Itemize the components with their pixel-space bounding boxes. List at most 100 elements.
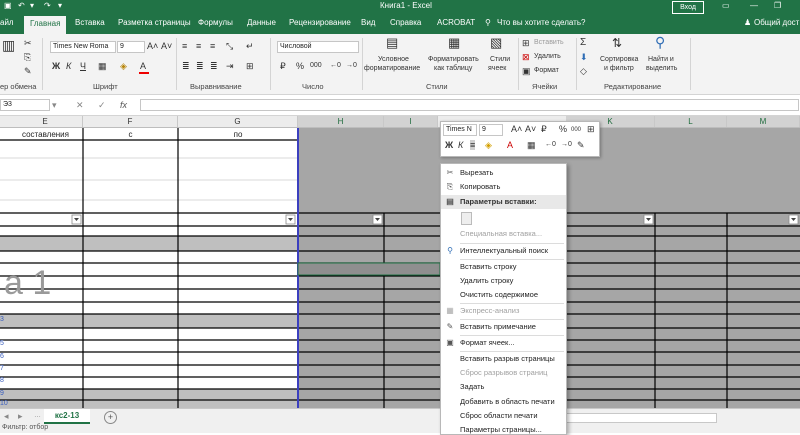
orientation-icon[interactable]: ⤡	[226, 41, 233, 51]
quick-access-dropdown-icon[interactable]: ▾	[58, 1, 62, 10]
mini-format-painter-icon[interactable]: ✎	[577, 140, 585, 150]
menu-item-copy[interactable]: ⎘ Копировать	[441, 180, 566, 194]
tab-data[interactable]: Данные	[247, 18, 276, 27]
undo-icon[interactable]: ↶	[18, 1, 25, 10]
find-select-label-2[interactable]: выделить	[646, 65, 677, 72]
menu-item-page-setup[interactable]: Параметры страницы...	[441, 423, 566, 434]
tab-review[interactable]: Рецензирование	[289, 18, 351, 27]
mini-decrease-decimal-icon[interactable]: →0	[561, 140, 572, 150]
menu-item-clear-contents[interactable]: Очистить содержимое	[441, 288, 566, 302]
mini-decrease-font-icon[interactable]: A˅	[525, 124, 536, 134]
menu-item-reset-page-breaks[interactable]: Сброс разрывов страниц	[441, 366, 566, 380]
ribbon-display-icon[interactable]: ▭	[722, 1, 730, 10]
scroll-sheets-left-icon[interactable]: ◂	[4, 411, 9, 422]
column-header-f[interactable]: F	[83, 116, 178, 127]
mini-merge-icon[interactable]: ⊞	[587, 124, 595, 134]
conditional-format-icon[interactable]: ▤	[386, 36, 398, 49]
menu-item-paste-special[interactable]: Специальная вставка...	[441, 227, 566, 241]
column-header-m[interactable]: M	[727, 116, 800, 127]
increase-font-icon[interactable]: A˄	[147, 41, 158, 51]
sheet-tab-active[interactable]: кс2-13	[44, 409, 90, 424]
fill-icon[interactable]: ⬇	[580, 52, 588, 62]
formula-input[interactable]	[140, 99, 799, 111]
format-as-table-icon[interactable]: ▦	[448, 36, 460, 49]
mini-fill-color-icon[interactable]: ◈	[485, 140, 492, 150]
menu-item-format-cells[interactable]: ▣ Формат ячеек...	[441, 336, 566, 350]
insert-cells-icon[interactable]: ⊞	[522, 38, 530, 48]
align-top-icon[interactable]: ≡	[182, 41, 187, 51]
format-painter-icon[interactable]: ✎	[24, 66, 32, 76]
bold-button[interactable]: Ж	[52, 61, 60, 71]
name-box-dropdown-icon[interactable]: ▾	[52, 100, 57, 110]
insert-cells-button[interactable]: Вставить	[534, 39, 564, 46]
paste-icon[interactable]: ▥	[2, 38, 15, 52]
cell-g-header[interactable]: по	[178, 130, 298, 139]
merge-icon[interactable]: ⊞	[246, 61, 254, 71]
cell-styles-label-1[interactable]: Стили	[490, 56, 510, 63]
mini-font-color-icon[interactable]: A	[507, 140, 513, 150]
font-size-box[interactable]: 9	[117, 41, 145, 53]
align-bottom-icon[interactable]: ≡	[210, 41, 215, 51]
autosum-icon[interactable]: Σ	[580, 38, 586, 48]
sign-in-button[interactable]: Вход	[672, 1, 704, 14]
tell-me-input[interactable]: Что вы хотите сделать?	[497, 18, 585, 27]
align-right-icon[interactable]: ≣	[210, 61, 218, 71]
name-box[interactable]: Э3	[0, 99, 50, 111]
tab-help[interactable]: Справка	[390, 18, 421, 27]
align-middle-icon[interactable]: ≡	[196, 41, 201, 51]
align-left-icon[interactable]: ≣	[182, 61, 190, 71]
undo-dropdown-icon[interactable]: ▾	[30, 1, 34, 10]
cancel-entry-icon[interactable]: ✕	[76, 100, 84, 110]
maximize-icon[interactable]: ❐	[774, 1, 781, 10]
borders-icon[interactable]: ▦	[98, 61, 107, 71]
wrap-text-icon[interactable]: ↵	[246, 41, 254, 51]
menu-item-cut[interactable]: ✂ Вырезать	[441, 166, 566, 180]
number-format-box[interactable]: Числовой	[277, 41, 359, 53]
format-as-table-label-1[interactable]: Форматировать	[428, 56, 479, 63]
menu-item-insert-comment[interactable]: ✎ Вставить примечание	[441, 320, 566, 334]
save-icon[interactable]: ▣	[4, 1, 12, 10]
fx-icon[interactable]: fx	[120, 100, 127, 110]
percent-icon[interactable]: %	[296, 61, 304, 71]
mini-borders-icon[interactable]: ▦	[527, 140, 536, 150]
menu-item-add-to-print-area[interactable]: Добавить в область печати	[441, 395, 566, 409]
paste-option-icon[interactable]	[461, 212, 472, 225]
find-select-label-1[interactable]: Найти и	[648, 56, 674, 63]
mini-currency-icon[interactable]: ₽	[541, 124, 547, 134]
format-as-table-label-2[interactable]: как таблицу	[434, 65, 472, 72]
tab-page-layout[interactable]: Разметка страницы	[118, 18, 191, 27]
tab-acrobat[interactable]: ACROBAT	[437, 18, 475, 27]
delete-cells-button[interactable]: Удалить	[534, 53, 561, 60]
column-header-g[interactable]: G	[178, 116, 298, 127]
column-header-e[interactable]: E	[8, 116, 83, 127]
tab-insert[interactable]: Вставка	[75, 18, 105, 27]
font-name-box[interactable]: Times New Roma	[50, 41, 116, 53]
format-button[interactable]: Формат	[534, 67, 559, 74]
italic-button[interactable]: К	[66, 61, 71, 71]
menu-item-insert-page-break[interactable]: Вставить разрыв страницы	[441, 352, 566, 366]
mini-increase-font-icon[interactable]: A˄	[511, 124, 522, 134]
menu-item-set[interactable]: Задать	[441, 380, 566, 394]
decrease-decimal-icon[interactable]: →0	[346, 61, 357, 71]
cell-f-header[interactable]: с	[83, 130, 178, 139]
horizontal-scrollbar[interactable]	[565, 413, 717, 423]
redo-icon[interactable]: ↷	[44, 1, 51, 10]
worksheet-grid[interactable]: составления с по а 1 3 5 6 7 8 9 10	[0, 128, 800, 408]
add-sheet-button[interactable]: +	[104, 411, 117, 424]
find-select-icon[interactable]: ⚲	[655, 35, 665, 49]
mini-increase-decimal-icon[interactable]: ←0	[545, 140, 556, 150]
fill-color-icon[interactable]: ◈	[120, 61, 127, 71]
mini-font-name[interactable]: Times N	[443, 124, 477, 136]
sort-filter-label-2[interactable]: и фильтр	[604, 65, 634, 72]
scroll-sheets-right-icon[interactable]: ▸	[18, 411, 23, 422]
column-header-l[interactable]: L	[655, 116, 727, 127]
mini-center-icon[interactable]: ≡	[470, 140, 476, 150]
cell-styles-icon[interactable]: ▧	[490, 36, 502, 49]
tab-formulas[interactable]: Формулы	[198, 18, 233, 27]
conditional-format-label-1[interactable]: Условное	[378, 56, 409, 63]
indent-icon[interactable]: ⇥	[226, 61, 234, 71]
menu-item-reset-print-area[interactable]: Сброс области печати	[441, 409, 566, 423]
menu-item-insert-row[interactable]: Вставить строку	[441, 260, 566, 274]
cut-icon[interactable]: ✂	[24, 38, 32, 48]
sort-filter-label-1[interactable]: Сортировка	[600, 56, 638, 63]
